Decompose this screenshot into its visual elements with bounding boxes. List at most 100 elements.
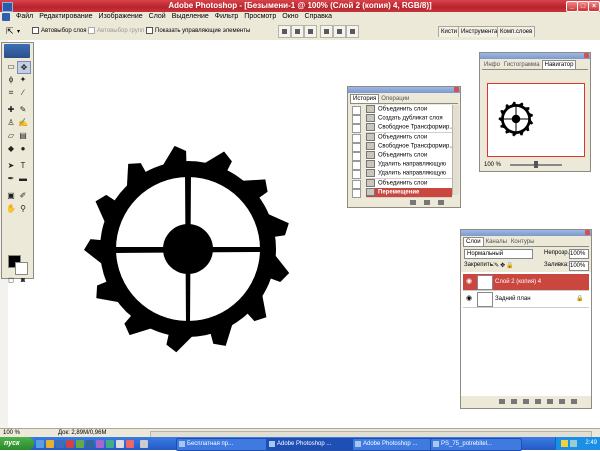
layer-row-active[interactable]: ◉ Слой 2 (копия) 4 xyxy=(463,274,589,291)
menu-item-3[interactable]: Слой xyxy=(146,12,169,22)
navigator-zoom-value[interactable]: 100 % xyxy=(484,162,501,168)
history-source-checkbox[interactable] xyxy=(352,106,361,115)
link-layers-icon[interactable] xyxy=(499,399,505,404)
hand-tool-icon[interactable]: ✋ xyxy=(5,203,17,214)
align-left-button[interactable] xyxy=(320,25,333,38)
quicklaunch-app-icon[interactable] xyxy=(76,440,84,448)
history-scrollbar[interactable] xyxy=(452,105,459,195)
menu-item-4[interactable]: Выделение xyxy=(169,12,212,22)
align-top-button[interactable] xyxy=(278,25,291,38)
tab-histogram[interactable]: Гистограмма xyxy=(502,61,542,69)
show-controls-checkbox[interactable] xyxy=(146,27,153,34)
tray-language-icon[interactable] xyxy=(561,440,568,447)
history-source-checkbox[interactable] xyxy=(352,133,361,143)
show-controls-option[interactable]: Показать управляющие элементы xyxy=(146,27,250,35)
layer-mask-icon[interactable] xyxy=(523,399,529,404)
well-tab-brushes[interactable]: Кисти xyxy=(438,26,460,37)
history-item[interactable]: Перемещение xyxy=(366,187,452,198)
clone-stamp-tool-icon[interactable]: ♙ xyxy=(5,117,17,128)
align-right-button[interactable] xyxy=(346,25,359,38)
well-tab-layer-comps[interactable]: Комп.слоев xyxy=(497,26,536,37)
lock-icons[interactable]: ▫✎✥🔒 xyxy=(491,262,515,269)
align-bottom-button[interactable] xyxy=(304,25,317,38)
history-source-checkbox[interactable] xyxy=(352,179,361,189)
quicklaunch-photoshop-icon[interactable] xyxy=(86,440,94,448)
delete-layer-icon[interactable] xyxy=(571,399,577,404)
navigator-close-icon[interactable] xyxy=(584,53,589,58)
align-hcenter-button[interactable] xyxy=(333,25,346,38)
brush-tool-icon[interactable]: ✎ xyxy=(17,104,29,115)
opacity-input[interactable]: 100% xyxy=(569,249,589,259)
type-tool-icon[interactable]: T xyxy=(17,160,29,171)
menu-item-8[interactable]: Справка xyxy=(302,12,335,22)
autoselect-group-checkbox[interactable] xyxy=(88,27,95,34)
close-button[interactable]: × xyxy=(588,1,600,12)
quicklaunch-messenger-icon[interactable] xyxy=(106,440,114,448)
tab-history[interactable]: История xyxy=(350,94,380,103)
eraser-tool-icon[interactable]: ▱ xyxy=(5,130,17,141)
tab-channels[interactable]: Каналы xyxy=(484,238,509,246)
create-snapshot-icon[interactable] xyxy=(424,200,430,205)
history-source-checkbox[interactable] xyxy=(352,170,361,180)
move-tool-button[interactable]: ✥ xyxy=(17,61,31,74)
visibility-eye-icon[interactable]: ◉ xyxy=(465,278,473,286)
history-brush-tool-icon[interactable]: ✍ xyxy=(17,117,29,128)
quicklaunch-opera-icon[interactable] xyxy=(66,440,74,448)
standard-mode-icon[interactable]: ◻ xyxy=(5,275,17,286)
dodge-tool-icon[interactable]: ● xyxy=(17,143,29,154)
tab-info[interactable]: Инфо xyxy=(482,61,502,69)
quicklaunch-ie-icon[interactable] xyxy=(56,440,64,448)
fill-input[interactable]: 100% xyxy=(569,261,589,271)
history-close-icon[interactable] xyxy=(454,87,459,92)
zoom-tool-icon[interactable]: ⚲ xyxy=(17,203,29,214)
tab-paths[interactable]: Контуры xyxy=(509,238,537,246)
quicklaunch-more-icon[interactable] xyxy=(140,440,148,448)
blur-tool-icon[interactable]: ◆ xyxy=(5,143,17,154)
new-layer-icon[interactable] xyxy=(559,399,565,404)
blend-mode-select[interactable]: Нормальный xyxy=(464,249,533,259)
magic-wand-tool-icon[interactable]: ✦ xyxy=(17,74,29,85)
start-button[interactable]: пуск xyxy=(0,437,34,450)
quicklaunch-desktop-icon[interactable] xyxy=(36,440,44,448)
gradient-tool-icon[interactable]: ▤ xyxy=(17,130,29,141)
visibility-eye-icon[interactable]: ◉ xyxy=(465,295,473,303)
quicklaunch-media-icon[interactable] xyxy=(96,440,104,448)
menu-item-7[interactable]: Окно xyxy=(279,12,301,22)
history-source-checkbox[interactable] xyxy=(352,188,361,198)
layers-close-icon[interactable] xyxy=(585,230,590,235)
history-source-checkbox[interactable] xyxy=(352,115,361,125)
healing-brush-tool-icon[interactable]: ✚ xyxy=(5,104,17,115)
align-vcenter-button[interactable] xyxy=(291,25,304,38)
adjustment-layer-icon[interactable] xyxy=(535,399,541,404)
menu-item-1[interactable]: Редактирование xyxy=(36,12,95,22)
slice-tool-icon[interactable]: ∕ xyxy=(17,87,29,98)
tab-navigator[interactable]: Навигатор xyxy=(541,60,577,69)
history-source-checkbox[interactable] xyxy=(352,124,361,134)
pen-tool-icon[interactable]: ✒ xyxy=(5,173,17,184)
history-source-checkbox[interactable] xyxy=(352,161,361,171)
eyedropper-tool-icon[interactable]: ✐ xyxy=(17,190,29,201)
task-folder[interactable]: PS_75_potrebitel... xyxy=(430,438,522,451)
menu-item-2[interactable]: Изображение xyxy=(96,12,146,22)
task-photoshop-1[interactable]: Adobe Photoshop ... xyxy=(266,438,358,451)
menu-item-6[interactable]: Просмотр xyxy=(241,12,279,22)
history-source-checkbox[interactable] xyxy=(352,142,361,152)
autoselect-layer-checkbox[interactable] xyxy=(32,27,39,34)
new-document-from-state-icon[interactable] xyxy=(410,200,416,205)
navigator-preview[interactable] xyxy=(487,83,585,157)
quicklaunch-folder-icon[interactable] xyxy=(46,440,54,448)
layer-style-icon[interactable] xyxy=(511,399,517,404)
tab-actions[interactable]: Операции xyxy=(379,95,411,103)
move-tool-icon[interactable]: ⇱ xyxy=(6,26,14,37)
shape-tool-icon[interactable]: ▬ xyxy=(17,173,29,184)
tool-preset-arrow-icon[interactable]: ▾ xyxy=(17,28,20,35)
crop-tool-icon[interactable]: ⌗ xyxy=(5,87,17,98)
history-trash-icon[interactable] xyxy=(438,200,444,205)
quicklaunch-extra-icon[interactable] xyxy=(126,440,134,448)
new-group-icon[interactable] xyxy=(547,399,553,404)
task-browser[interactable]: Бесплатная пр... xyxy=(176,438,272,451)
tray-volume-icon[interactable] xyxy=(570,440,577,447)
layer-row-background[interactable]: ◉ Задний план 🔒 xyxy=(463,291,589,308)
navigator-slider-thumb[interactable] xyxy=(534,161,538,168)
autoselect-layer-option[interactable]: Автовыбор слоя xyxy=(32,27,87,35)
